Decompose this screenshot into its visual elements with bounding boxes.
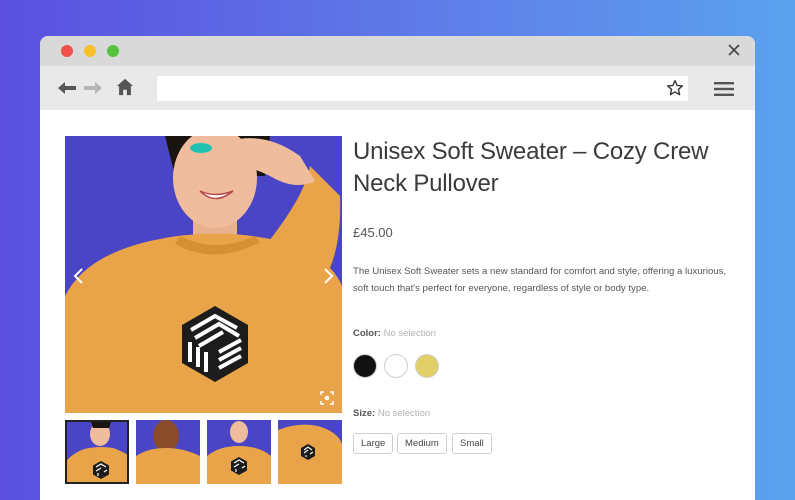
chevron-right-icon[interactable]: [320, 266, 336, 286]
model-photo: [65, 136, 342, 413]
minimize-window-button[interactable]: [84, 45, 96, 57]
arrow-right-icon[interactable]: [82, 78, 104, 98]
color-attribute-label: Color: No selection: [353, 328, 436, 339]
home-icon[interactable]: [114, 77, 136, 97]
size-attribute-label: Size: No selection: [353, 408, 430, 419]
color-label: Color:: [353, 328, 381, 339]
size-selection: No selection: [377, 408, 431, 419]
hamburger-menu-icon[interactable]: [714, 81, 734, 97]
arrow-left-icon[interactable]: [56, 78, 78, 98]
zoom-icon[interactable]: [320, 391, 334, 405]
star-icon[interactable]: [666, 79, 684, 97]
thumbnail-4[interactable]: [278, 420, 342, 484]
close-icon[interactable]: [727, 43, 741, 57]
swatch-white[interactable]: [384, 354, 408, 378]
size-medium-button[interactable]: Medium: [397, 433, 447, 454]
swatch-yellow[interactable]: [415, 354, 439, 378]
title-bar: [40, 36, 755, 66]
maximize-window-button[interactable]: [107, 45, 119, 57]
size-label: Size:: [353, 408, 376, 419]
product-page: Unisex Soft Sweater – Cozy Crew Neck Pul…: [40, 110, 755, 500]
browser-window: Unisex Soft Sweater – Cozy Crew Neck Pul…: [40, 36, 755, 500]
product-info: Unisex Soft Sweater – Cozy Crew Neck Pul…: [353, 136, 733, 454]
browser-toolbar: [40, 66, 755, 110]
size-large-button[interactable]: Large: [353, 433, 394, 454]
chevron-left-icon[interactable]: [71, 266, 87, 286]
product-main-image[interactable]: [65, 136, 342, 413]
product-title: Unisex Soft Sweater – Cozy Crew Neck Pul…: [353, 138, 709, 197]
color-selection: No selection: [383, 328, 436, 339]
product-price: £45.00: [353, 225, 393, 240]
thumbnail-2[interactable]: [136, 420, 200, 484]
size-small-button[interactable]: Small: [452, 433, 492, 454]
address-bar[interactable]: [157, 76, 688, 101]
product-description: The Unisex Soft Sweater sets a new stand…: [353, 266, 727, 294]
thumbnail-strip: [65, 420, 342, 484]
thumbnail-3[interactable]: [207, 420, 271, 484]
thumbnail-1[interactable]: [65, 420, 129, 484]
close-window-button[interactable]: [61, 45, 73, 57]
swatch-black[interactable]: [353, 354, 377, 378]
